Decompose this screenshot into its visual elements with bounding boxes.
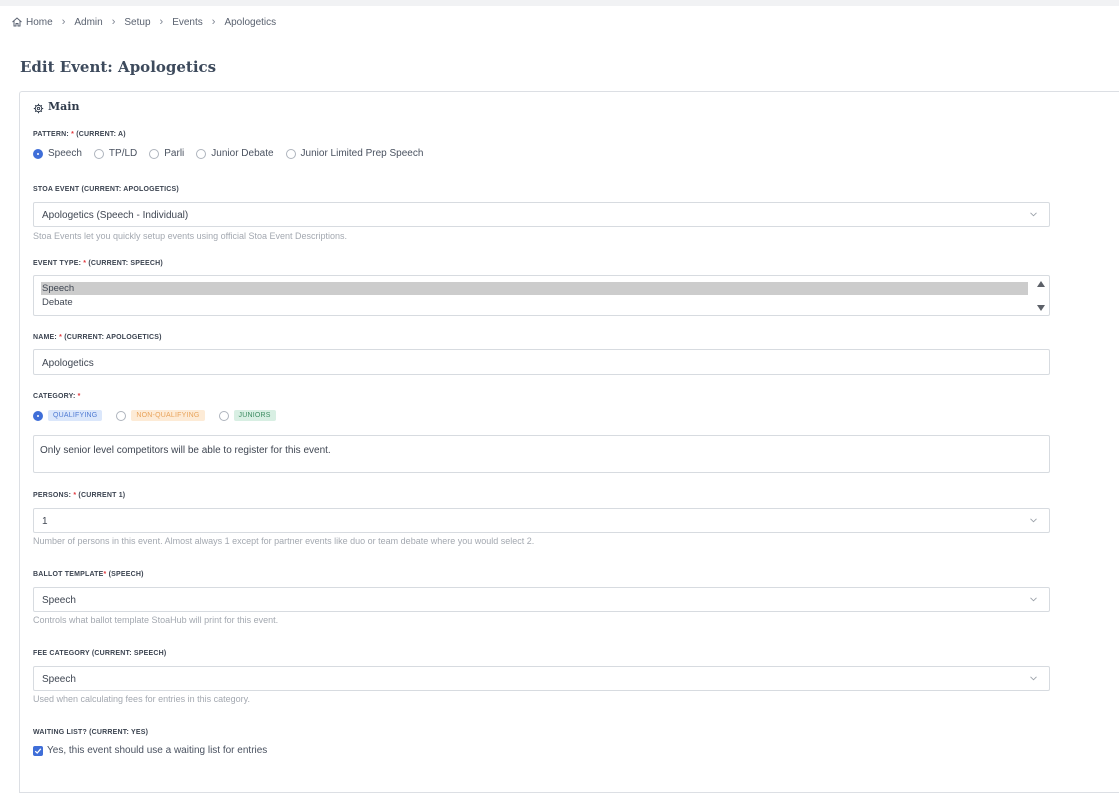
breadcrumb-home[interactable]: Home [26,17,53,28]
breadcrumb-current: Apologetics [224,16,277,28]
stoa-event-label: STOA EVENT (CURRENT: APOLOGETICS) [33,186,179,193]
required-marker: * [77,393,81,400]
breadcrumb-events[interactable]: Events [172,17,203,28]
chevron-down-icon [1030,212,1037,217]
radio-label: Junior Limited Prep Speech [300,148,424,159]
event-type-listbox[interactable]: Speech Debate [33,275,1050,316]
stoa-event-help: Stoa Events let you quickly setup events… [33,231,348,241]
scroll-down-arrow-icon[interactable] [1037,305,1045,311]
non-qualifying-badge: NON-QUALIFYING [131,410,205,421]
pattern-option-parli[interactable]: Parli [149,148,184,159]
ballot-template-select[interactable]: Speech [33,587,1050,612]
radio[interactable] [116,410,127,421]
category-option-qualifying[interactable]: QUALIFYING [33,410,103,421]
chevron-down-icon [1030,676,1037,681]
chevron-right-icon: › [211,16,216,28]
chevron-right-icon: › [159,16,164,28]
ballot-template-help: Controls what ballot template StoaHub wi… [33,615,279,625]
ballot-template-label: BALLOT TEMPLATE* (SPEECH) [33,571,144,578]
radio-selected[interactable] [33,410,43,421]
stoa-event-select[interactable]: Apologetics (Speech - Individual) [33,202,1050,227]
waiting-list-label: WAITING LIST? (CURRENT: YES) [33,729,149,736]
event-type-current: (CURRENT: SPEECH) [88,260,163,267]
pattern-radio-group: Speech TP/LD Parli Junior Debate Junior … [33,148,435,159]
persons-help: Number of persons in this event. Almost … [33,536,535,546]
ballot-template-value: Speech [42,595,76,606]
category-option-juniors[interactable]: JUNIORS [218,410,276,421]
stoa-event-value: Apologetics (Speech - Individual) [42,210,189,221]
waiting-list-checkbox-row[interactable]: Yes, this event should use a waiting lis… [33,745,267,756]
ballot-template-label-text: BALLOT TEMPLATE [33,571,104,578]
juniors-badge: JUNIORS [233,410,276,421]
pattern-option-junior-limited-prep[interactable]: Junior Limited Prep Speech [285,148,424,159]
event-type-option-speech[interactable]: Speech [41,282,1028,295]
event-type-option-debate[interactable]: Debate [41,296,1028,309]
fee-category-value: Speech [42,674,76,685]
required-marker: * [71,131,75,138]
radio-label: Junior Debate [211,148,274,159]
section-header: Main [33,100,80,114]
fee-category-label: FEE CATEGORY (CURRENT: SPEECH) [33,650,167,657]
radio-label: TP/LD [108,148,138,159]
category-label-text: CATEGORY: [33,393,76,400]
checkmark-icon [34,747,42,754]
name-input-value: Apologetics [42,358,94,369]
section-title: Main [48,100,80,113]
radio-label: Parli [164,148,185,159]
chevron-right-icon: › [111,16,116,28]
persons-value: 1 [42,516,48,527]
name-input[interactable]: Apologetics [33,349,1050,375]
persons-select[interactable]: 1 [33,508,1050,533]
name-label: NAME: * (CURRENT: APOLOGETICS) [33,334,162,341]
category-option-non-qualifying[interactable]: NON-QUALIFYING [116,410,205,421]
qualifying-badge: QUALIFYING [48,410,103,421]
scroll-up-arrow-icon[interactable] [1037,281,1045,287]
radio-label: Speech [48,148,82,159]
radio[interactable] [285,148,296,159]
pattern-label: PATTERN: * (CURRENT: A) [33,131,126,138]
required-marker: * [59,334,63,341]
radio[interactable] [149,148,160,159]
waiting-list-checkbox[interactable] [33,745,43,756]
event-type-label-text: EVENT TYPE: [33,260,82,267]
breadcrumb: Home › Admin › Setup › Events › Apologet… [11,15,276,29]
persons-label: PERSONS: * (CURRENT 1) [33,492,125,499]
gear-icon [33,101,44,114]
pattern-option-junior-debate[interactable]: Junior Debate [196,148,274,159]
name-label-text: NAME: [33,334,57,341]
category-description-text: Only senior level competitors will be ab… [40,445,331,456]
required-marker: * [83,260,87,267]
name-current: (CURRENT: APOLOGETICS) [64,334,162,341]
chevron-down-icon [1030,518,1037,523]
top-strip [0,0,1119,6]
fee-category-help: Used when calculating fees for entries i… [33,694,250,704]
radio-selected[interactable] [33,148,43,159]
radio[interactable] [218,410,229,421]
chevron-right-icon: › [61,16,66,28]
fee-category-select[interactable]: Speech [33,666,1050,691]
radio[interactable] [196,148,207,159]
category-description: Only senior level competitors will be ab… [33,435,1050,473]
chevron-down-icon [1030,597,1037,602]
pattern-option-tpld[interactable]: TP/LD [93,148,138,159]
ballot-template-current: (SPEECH) [108,571,144,578]
page-title: Edit Event: Apologetics [20,58,217,76]
radio[interactable] [93,148,104,159]
breadcrumb-admin[interactable]: Admin [74,17,102,28]
persons-current: (CURRENT 1) [78,492,126,499]
waiting-list-checkbox-label: Yes, this event should use a waiting lis… [47,745,268,756]
event-type-label: EVENT TYPE: * (CURRENT: SPEECH) [33,260,163,267]
home-icon[interactable] [11,16,23,28]
category-label: CATEGORY: * [33,393,81,400]
persons-label-text: PERSONS: [33,492,72,499]
required-marker: * [103,571,107,578]
breadcrumb-setup[interactable]: Setup [124,17,150,28]
pattern-label-text: PATTERN: [33,131,69,138]
pattern-option-speech[interactable]: Speech [33,148,82,159]
category-radio-group: QUALIFYING NON-QUALIFYING JUNIORS [33,410,288,421]
required-marker: * [73,492,77,499]
pattern-current: (CURRENT: A) [76,131,126,138]
